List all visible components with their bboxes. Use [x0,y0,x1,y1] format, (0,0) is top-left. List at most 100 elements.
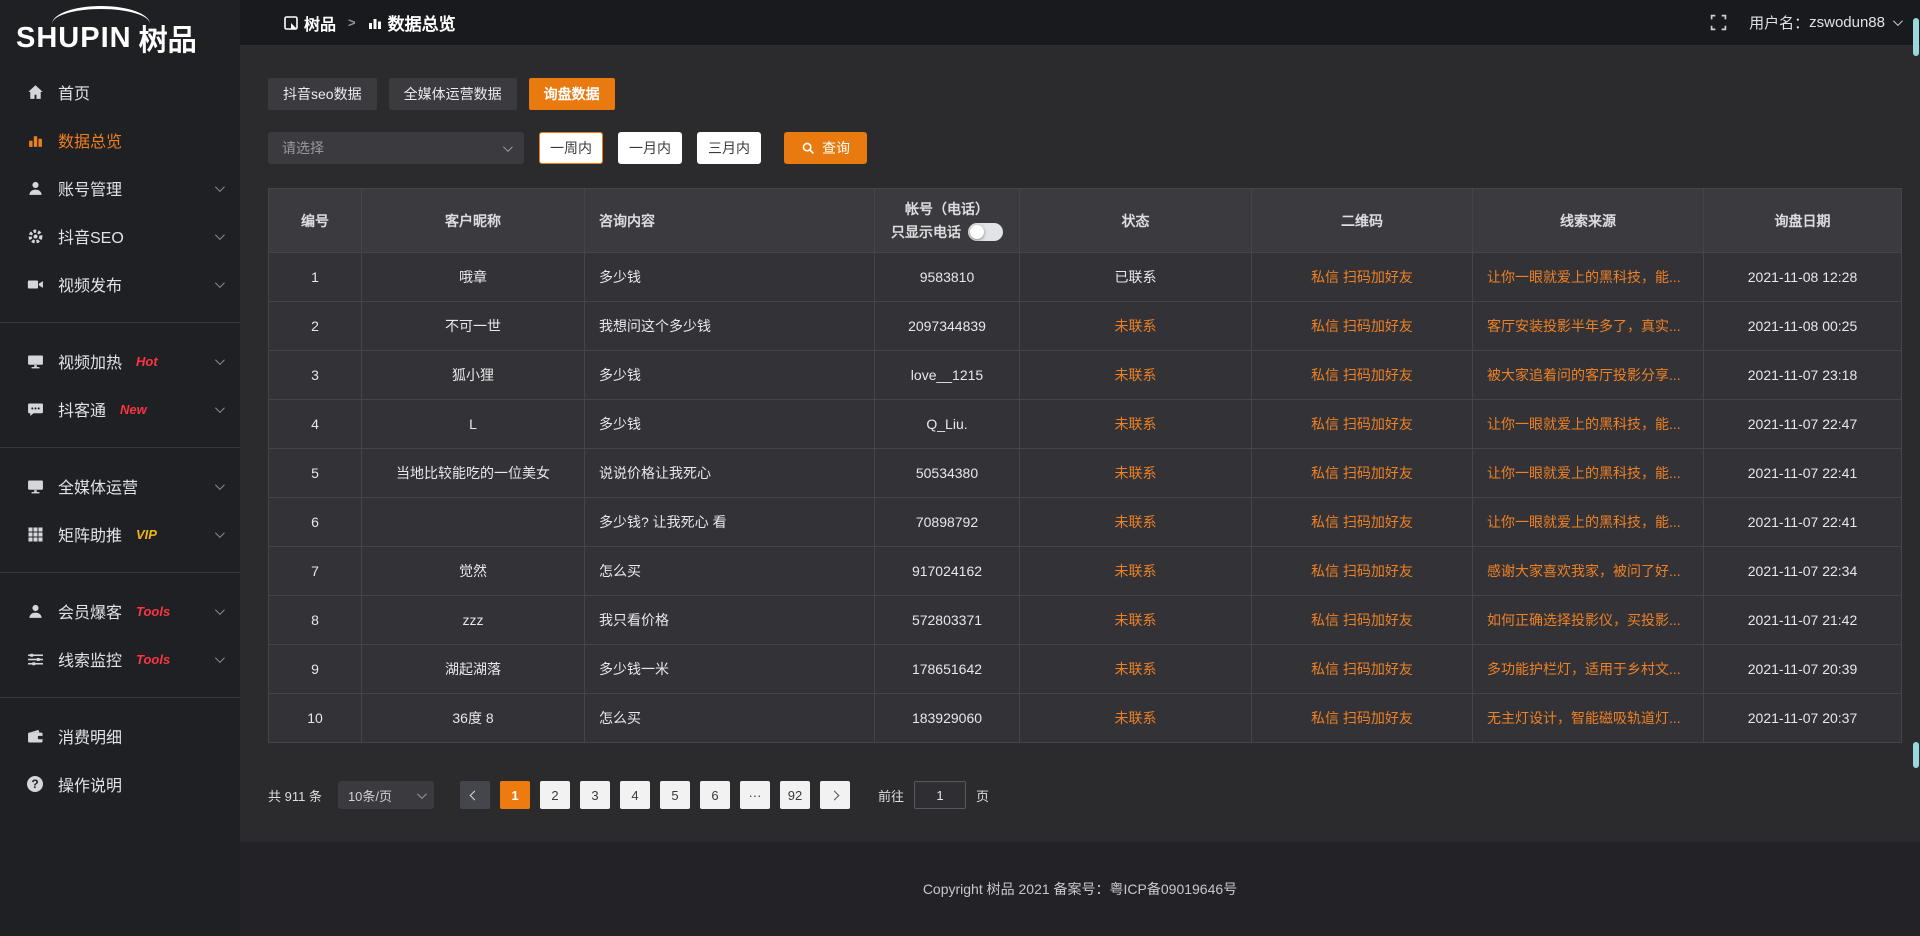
filter-select[interactable]: 请选择 [268,132,524,164]
cell-qrcode-link[interactable]: 私信 扫码加好友 [1252,302,1473,351]
sidebar-item-数据总览[interactable]: 数据总览 [0,116,240,164]
range-button-三月内[interactable]: 三月内 [697,132,761,164]
page-button-3[interactable]: 3 [580,781,610,809]
tab-全媒体运营数据[interactable]: 全媒体运营数据 [389,78,517,110]
header-account-title: 帐号（电话） [875,199,1019,220]
cell-qrcode-link[interactable]: 私信 扫码加好友 [1252,449,1473,498]
cell-qrcode-link[interactable]: 私信 扫码加好友 [1252,596,1473,645]
sidebar-item-矩阵助推[interactable]: 矩阵助推VIP [0,510,240,558]
cell-nickname: L [362,400,585,449]
sidebar-item-抖客通[interactable]: 抖客通New [0,385,240,433]
sidebar-item-全媒体运营[interactable]: 全媒体运营 [0,462,240,510]
cell-account: 917024162 [875,547,1020,596]
page-button-92[interactable]: 92 [780,781,810,809]
cell-qrcode-link[interactable]: 私信 扫码加好友 [1252,694,1473,743]
cell-account: 183929060 [875,694,1020,743]
sidebar-item-视频加热[interactable]: 视频加热Hot [0,337,240,385]
sidebar-item-视频发布[interactable]: 视频发布 [0,260,240,308]
goto-page-input[interactable] [914,781,966,809]
cell-source-link[interactable]: 让你一眼就爱上的黑科技，能... [1473,400,1704,449]
sidebar-item-首页[interactable]: 首页 [0,68,240,116]
cell-date: 2021-11-08 00:25 [1704,302,1902,351]
scrollbar-marker[interactable] [1913,18,1919,56]
cell-account: love__1215 [875,351,1020,400]
cell-source-link[interactable]: 让你一眼就爱上的黑科技，能... [1473,253,1704,302]
screen-icon [27,353,44,370]
phone-only-label: 只显示电话 [891,222,961,243]
sidebar-item-消费明细[interactable]: 消费明细 [0,712,240,760]
page-ellipsis-button[interactable]: ··· [740,781,770,809]
tab-询盘数据[interactable]: 询盘数据 [529,78,615,110]
cell-id: 3 [269,351,362,400]
chevron-down-icon [503,142,513,152]
cell-account: 50534380 [875,449,1020,498]
inquiry-table: 编号 客户昵称 咨询内容 帐号（电话） 只显示电话 状态 二维码 线索来源 询盘… [268,188,1902,743]
cell-nickname: 哦章 [362,253,585,302]
gear-icon [27,228,44,245]
phone-only-toggle[interactable] [968,223,1003,241]
app-square-icon [284,16,298,30]
next-page-button[interactable] [820,781,850,809]
prev-page-button[interactable] [460,781,490,809]
cell-qrcode-link[interactable]: 私信 扫码加好友 [1252,645,1473,694]
page-button-6[interactable]: 6 [700,781,730,809]
breadcrumb-current: 数据总览 [388,10,456,35]
page-button-5[interactable]: 5 [660,781,690,809]
sidebar-item-会员爆客[interactable]: 会员爆客Tools [0,587,240,635]
search-button[interactable]: 查询 [784,132,867,164]
cell-qrcode-link[interactable]: 私信 扫码加好友 [1252,400,1473,449]
cell-id: 7 [269,547,362,596]
page-size-select[interactable]: 10条/页 [338,781,434,809]
range-button-一周内[interactable]: 一周内 [539,132,603,164]
table-row: 9湖起湖落多少钱一米178651642未联系私信 扫码加好友多功能护栏灯，适用于… [269,645,1902,694]
cell-source-link[interactable]: 客厅安装投影半年多了，真实... [1473,302,1704,351]
cell-source-link[interactable]: 无主灯设计，智能磁吸轨道灯... [1473,694,1704,743]
cell-date: 2021-11-07 22:41 [1704,449,1902,498]
cell-id: 10 [269,694,362,743]
sidebar-badge: VIP [136,527,157,542]
cell-source-link[interactable]: 让你一眼就爱上的黑科技，能... [1473,498,1704,547]
page-button-4[interactable]: 4 [620,781,650,809]
sidebar-item-账号管理[interactable]: 账号管理 [0,164,240,212]
page-button-2[interactable]: 2 [540,781,570,809]
header-source: 线索来源 [1473,189,1704,253]
sidebar-menu: 首页数据总览账号管理抖音SEO视频发布视频加热Hot抖客通New 全媒体运营矩阵助… [0,62,240,808]
sidebar: SHUPIN 树品 首页数据总览账号管理抖音SEO视频发布视频加热Hot抖客通N… [0,0,240,936]
cell-source-link[interactable]: 如何正确选择投影仪，买投影... [1473,596,1704,645]
fullscreen-icon[interactable] [1710,14,1727,31]
cell-source-link[interactable]: 让你一眼就爱上的黑科技，能... [1473,449,1704,498]
cell-nickname: 湖起湖落 [362,645,585,694]
search-icon [801,141,815,155]
sidebar-item-label: 视频加热 [58,349,122,373]
cell-content: 怎么买 [585,694,875,743]
cell-content: 我想问这个多少钱 [585,302,875,351]
page-button-1[interactable]: 1 [500,781,530,809]
range-button-一月内[interactable]: 一月内 [618,132,682,164]
logo-text-en: SHUPIN [16,22,132,55]
sidebar-item-操作说明[interactable]: ?操作说明 [0,760,240,808]
range-buttons: 一周内一月内三月内 [524,132,761,164]
cell-source-link[interactable]: 多功能护栏灯，适用于乡村文... [1473,645,1704,694]
tab-抖音seo数据[interactable]: 抖音seo数据 [268,78,377,110]
user-menu[interactable]: 用户名： zswodun88 [1749,12,1900,33]
sidebar-item-线索监控[interactable]: 线索监控Tools [0,635,240,683]
breadcrumb-root[interactable]: 树品 [304,11,336,35]
cell-source-link[interactable]: 感谢大家喜欢我家，被问了好... [1473,547,1704,596]
cell-content: 多少钱 [585,351,875,400]
goto-unit: 页 [976,786,989,805]
data-tabs: 抖音seo数据全媒体运营数据询盘数据 [268,78,1920,110]
cell-qrcode-link[interactable]: 私信 扫码加好友 [1252,351,1473,400]
cell-date: 2021-11-07 21:42 [1704,596,1902,645]
cell-id: 4 [269,400,362,449]
cell-qrcode-link[interactable]: 私信 扫码加好友 [1252,547,1473,596]
wallet-icon [27,728,44,745]
cell-source-link[interactable]: 被大家追着问的客厅投影分享... [1473,351,1704,400]
header-qrcode: 二维码 [1252,189,1473,253]
scrollbar-marker[interactable] [1913,742,1919,768]
cell-qrcode-link[interactable]: 私信 扫码加好友 [1252,253,1473,302]
cell-id: 6 [269,498,362,547]
sidebar-item-抖音SEO[interactable]: 抖音SEO [0,212,240,260]
cell-id: 1 [269,253,362,302]
cell-qrcode-link[interactable]: 私信 扫码加好友 [1252,498,1473,547]
cell-date: 2021-11-07 20:37 [1704,694,1902,743]
